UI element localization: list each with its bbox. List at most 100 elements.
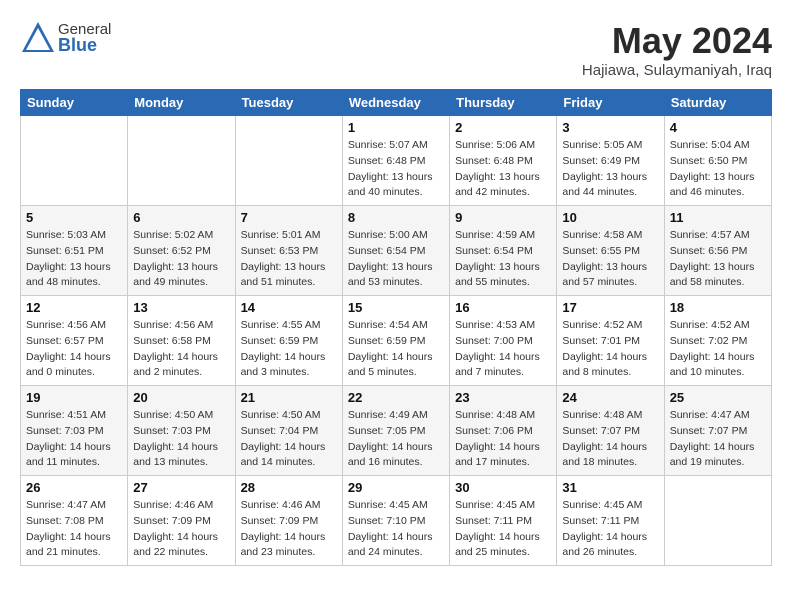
day-number: 30 (455, 480, 551, 495)
calendar-table: SundayMondayTuesdayWednesdayThursdayFrid… (20, 89, 772, 566)
day-number: 23 (455, 390, 551, 405)
calendar-cell: 5 Sunrise: 5:03 AM Sunset: 6:51 PM Daylig… (21, 206, 128, 296)
day-info: Sunrise: 4:48 AM Sunset: 7:07 PM Dayligh… (562, 408, 658, 471)
calendar-header-sunday: Sunday (21, 90, 128, 116)
day-number: 2 (455, 120, 551, 135)
calendar-header-thursday: Thursday (450, 90, 557, 116)
calendar-cell: 27 Sunrise: 4:46 AM Sunset: 7:09 PM Dayli… (128, 476, 235, 566)
calendar-cell: 21 Sunrise: 4:50 AM Sunset: 7:04 PM Dayli… (235, 386, 342, 476)
day-number: 8 (348, 210, 444, 225)
calendar-cell: 30 Sunrise: 4:45 AM Sunset: 7:11 PM Dayli… (450, 476, 557, 566)
month-year-title: May 2024 (582, 20, 772, 62)
calendar-cell: 24 Sunrise: 4:48 AM Sunset: 7:07 PM Dayli… (557, 386, 664, 476)
calendar-cell: 12Sunrise: 4:56 AM Sunset: 6:57 PM Dayli… (21, 296, 128, 386)
day-info: Sunrise: 5:01 AM Sunset: 6:53 PM Dayligh… (241, 228, 337, 291)
day-info: Sunrise: 5:03 AM Sunset: 6:51 PM Dayligh… (26, 228, 122, 291)
day-info: Sunrise: 5:04 AM Sunset: 6:50 PM Dayligh… (670, 138, 766, 201)
day-info: Sunrise: 4:46 AM Sunset: 7:09 PM Dayligh… (241, 498, 337, 561)
title-area: May 2024 Hajiawa, Sulaymaniyah, Iraq (582, 20, 772, 79)
day-info: Sunrise: 4:50 AM Sunset: 7:03 PM Dayligh… (133, 408, 229, 471)
calendar-cell (21, 116, 128, 206)
calendar-cell: 23Sunrise: 4:48 AM Sunset: 7:06 PM Dayli… (450, 386, 557, 476)
calendar-cell: 3 Sunrise: 5:05 AM Sunset: 6:49 PM Daylig… (557, 116, 664, 206)
calendar-week-row: 1 Sunrise: 5:07 AM Sunset: 6:48 PM Daylig… (21, 116, 772, 206)
location-subtitle: Hajiawa, Sulaymaniyah, Iraq (582, 62, 772, 79)
logo-blue: Blue (58, 35, 111, 56)
calendar-week-row: 12Sunrise: 4:56 AM Sunset: 6:57 PM Dayli… (21, 296, 772, 386)
day-info: Sunrise: 5:06 AM Sunset: 6:48 PM Dayligh… (455, 138, 551, 201)
day-number: 31 (562, 480, 658, 495)
calendar-cell: 4 Sunrise: 5:04 AM Sunset: 6:50 PM Daylig… (664, 116, 771, 206)
day-info: Sunrise: 4:55 AM Sunset: 6:59 PM Dayligh… (241, 318, 337, 381)
day-number: 15 (348, 300, 444, 315)
calendar-cell: 18 Sunrise: 4:52 AM Sunset: 7:02 PM Dayli… (664, 296, 771, 386)
day-info: Sunrise: 4:47 AM Sunset: 7:07 PM Dayligh… (670, 408, 766, 471)
logo-icon (20, 20, 56, 56)
day-number: 22 (348, 390, 444, 405)
calendar-week-row: 19 Sunrise: 4:51 AM Sunset: 7:03 PM Dayli… (21, 386, 772, 476)
calendar-cell: 26 Sunrise: 4:47 AM Sunset: 7:08 PM Dayli… (21, 476, 128, 566)
day-number: 18 (670, 300, 766, 315)
day-number: 5 (26, 210, 122, 225)
day-number: 13 (133, 300, 229, 315)
day-info: Sunrise: 4:52 AM Sunset: 7:02 PM Dayligh… (670, 318, 766, 381)
day-info: Sunrise: 4:45 AM Sunset: 7:10 PM Dayligh… (348, 498, 444, 561)
calendar-cell: 29 Sunrise: 4:45 AM Sunset: 7:10 PM Dayli… (342, 476, 449, 566)
calendar-header-wednesday: Wednesday (342, 90, 449, 116)
day-number: 27 (133, 480, 229, 495)
day-number: 29 (348, 480, 444, 495)
calendar-cell: 15 Sunrise: 4:54 AM Sunset: 6:59 PM Dayli… (342, 296, 449, 386)
day-number: 26 (26, 480, 122, 495)
day-number: 12 (26, 300, 122, 315)
day-number: 20 (133, 390, 229, 405)
day-info: Sunrise: 5:02 AM Sunset: 6:52 PM Dayligh… (133, 228, 229, 291)
day-number: 3 (562, 120, 658, 135)
calendar-cell: 22 Sunrise: 4:49 AM Sunset: 7:05 PM Dayli… (342, 386, 449, 476)
calendar-cell: 17Sunrise: 4:52 AM Sunset: 7:01 PM Dayli… (557, 296, 664, 386)
day-info: Sunrise: 4:57 AM Sunset: 6:56 PM Dayligh… (670, 228, 766, 291)
day-number: 25 (670, 390, 766, 405)
day-number: 19 (26, 390, 122, 405)
day-info: Sunrise: 4:53 AM Sunset: 7:00 PM Dayligh… (455, 318, 551, 381)
day-number: 21 (241, 390, 337, 405)
calendar-cell (128, 116, 235, 206)
calendar-cell: 19 Sunrise: 4:51 AM Sunset: 7:03 PM Dayli… (21, 386, 128, 476)
calendar-cell (235, 116, 342, 206)
day-info: Sunrise: 4:49 AM Sunset: 7:05 PM Dayligh… (348, 408, 444, 471)
calendar-cell: 25 Sunrise: 4:47 AM Sunset: 7:07 PM Dayli… (664, 386, 771, 476)
day-number: 24 (562, 390, 658, 405)
calendar-cell: 8Sunrise: 5:00 AM Sunset: 6:54 PM Daylig… (342, 206, 449, 296)
day-info: Sunrise: 4:47 AM Sunset: 7:08 PM Dayligh… (26, 498, 122, 561)
day-info: Sunrise: 4:50 AM Sunset: 7:04 PM Dayligh… (241, 408, 337, 471)
calendar-cell: 9Sunrise: 4:59 AM Sunset: 6:54 PM Daylig… (450, 206, 557, 296)
day-info: Sunrise: 4:58 AM Sunset: 6:55 PM Dayligh… (562, 228, 658, 291)
calendar-header-row: SundayMondayTuesdayWednesdayThursdayFrid… (21, 90, 772, 116)
day-info: Sunrise: 4:51 AM Sunset: 7:03 PM Dayligh… (26, 408, 122, 471)
day-number: 4 (670, 120, 766, 135)
calendar-cell: 14 Sunrise: 4:55 AM Sunset: 6:59 PM Dayli… (235, 296, 342, 386)
calendar-cell: 10 Sunrise: 4:58 AM Sunset: 6:55 PM Dayli… (557, 206, 664, 296)
day-number: 17 (562, 300, 658, 315)
calendar-week-row: 5 Sunrise: 5:03 AM Sunset: 6:51 PM Daylig… (21, 206, 772, 296)
calendar-week-row: 26 Sunrise: 4:47 AM Sunset: 7:08 PM Dayli… (21, 476, 772, 566)
calendar-header-tuesday: Tuesday (235, 90, 342, 116)
page-header: General Blue May 2024 Hajiawa, Sulaymani… (20, 20, 772, 79)
day-number: 28 (241, 480, 337, 495)
day-number: 9 (455, 210, 551, 225)
day-info: Sunrise: 4:54 AM Sunset: 6:59 PM Dayligh… (348, 318, 444, 381)
day-info: Sunrise: 5:05 AM Sunset: 6:49 PM Dayligh… (562, 138, 658, 201)
calendar-header-saturday: Saturday (664, 90, 771, 116)
calendar-cell: 2 Sunrise: 5:06 AM Sunset: 6:48 PM Daylig… (450, 116, 557, 206)
day-number: 1 (348, 120, 444, 135)
day-info: Sunrise: 4:46 AM Sunset: 7:09 PM Dayligh… (133, 498, 229, 561)
day-number: 14 (241, 300, 337, 315)
calendar-cell: 28 Sunrise: 4:46 AM Sunset: 7:09 PM Dayli… (235, 476, 342, 566)
calendar-cell: 13Sunrise: 4:56 AM Sunset: 6:58 PM Dayli… (128, 296, 235, 386)
logo: General Blue (20, 20, 111, 56)
day-number: 10 (562, 210, 658, 225)
day-info: Sunrise: 5:07 AM Sunset: 6:48 PM Dayligh… (348, 138, 444, 201)
day-info: Sunrise: 4:45 AM Sunset: 7:11 PM Dayligh… (562, 498, 658, 561)
calendar-cell: 16Sunrise: 4:53 AM Sunset: 7:00 PM Dayli… (450, 296, 557, 386)
day-number: 7 (241, 210, 337, 225)
day-info: Sunrise: 4:45 AM Sunset: 7:11 PM Dayligh… (455, 498, 551, 561)
